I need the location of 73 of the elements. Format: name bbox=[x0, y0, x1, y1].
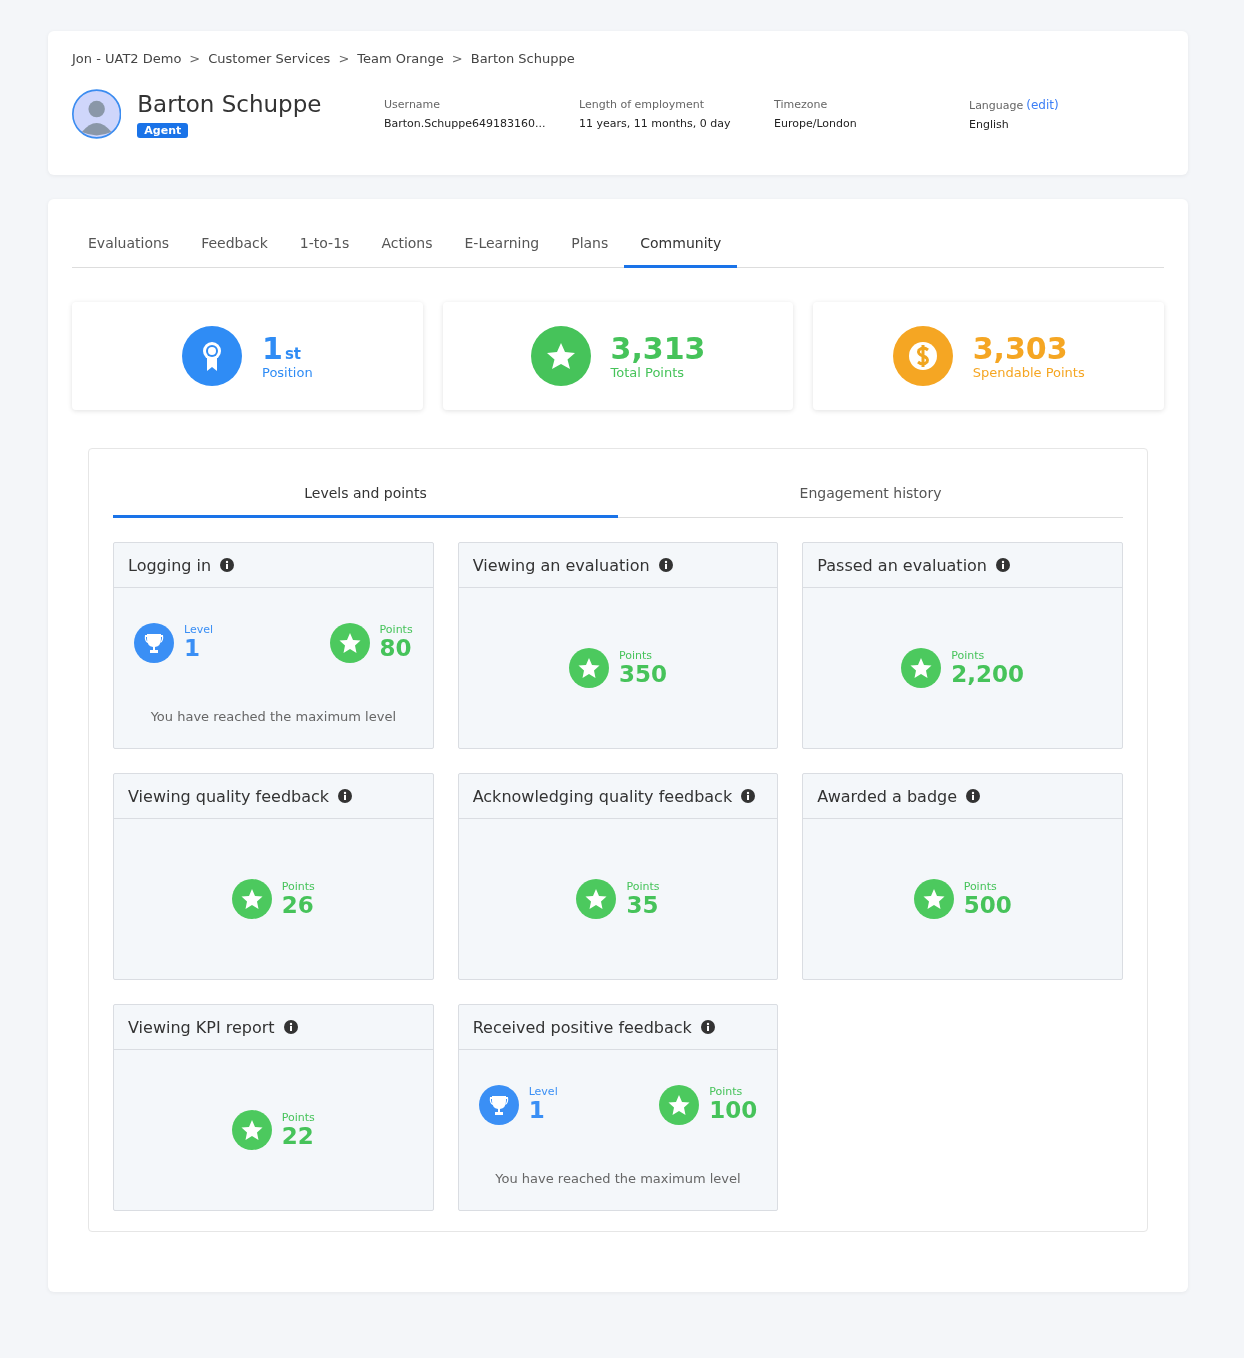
max-level-message: You have reached the maximum level bbox=[149, 708, 397, 724]
points-label: Points bbox=[281, 879, 315, 893]
points-value: 2,200 bbox=[951, 661, 1025, 688]
points-value: 350 bbox=[619, 661, 667, 688]
level-value: 1 bbox=[184, 636, 201, 662]
tab[interactable]: Engagement history bbox=[618, 475, 1123, 518]
points-label: Points bbox=[951, 648, 986, 662]
field-value: Europe/London bbox=[774, 116, 858, 130]
activity-title: Acknowledging quality feedback bbox=[472, 786, 733, 806]
points-label: Points bbox=[379, 623, 413, 637]
activity-title: Viewing KPI report bbox=[128, 1017, 275, 1037]
tab[interactable]: Actions bbox=[365, 221, 449, 268]
field-label: Timezone bbox=[774, 97, 828, 111]
field-value: Barton.Schuppe649183160... bbox=[384, 116, 547, 130]
tab[interactable]: Feedback bbox=[185, 221, 284, 268]
level-label: Level bbox=[528, 1085, 558, 1099]
max-level-message: You have reached the maximum level bbox=[494, 1170, 742, 1186]
level-value: 1 bbox=[528, 1098, 546, 1124]
trophy-icon bbox=[134, 622, 174, 663]
activity-title: Viewing an evaluation bbox=[472, 555, 650, 575]
edit-link[interactable]: (edit) bbox=[1026, 97, 1059, 112]
activity-title: Passed an evaluation bbox=[817, 555, 987, 575]
breadcrumb-separator: > bbox=[189, 51, 201, 66]
breadcrumb-link[interactable]: Team Orange bbox=[357, 51, 444, 66]
role-badge: Agent bbox=[137, 122, 189, 138]
field-label: Length of employment bbox=[579, 97, 705, 111]
stat-value: 3,303 bbox=[972, 332, 1069, 365]
tab[interactable]: Community bbox=[624, 221, 738, 268]
field-value: English bbox=[969, 117, 1010, 131]
info-icon[interactable] bbox=[966, 789, 981, 803]
activity-title: Awarded a badge bbox=[817, 786, 958, 806]
tab[interactable]: Plans bbox=[555, 221, 625, 268]
profile-name: Barton Schuppe bbox=[137, 90, 323, 117]
activity-title: Logging in bbox=[128, 555, 212, 575]
tab[interactable]: 1-to-1s bbox=[283, 221, 366, 268]
info-icon[interactable] bbox=[220, 558, 235, 572]
points-value: 35 bbox=[626, 892, 660, 919]
points-value: 80 bbox=[379, 636, 413, 662]
points-label: Points bbox=[626, 879, 660, 893]
activity-title: Received positive feedback bbox=[472, 1017, 692, 1037]
info-icon[interactable] bbox=[741, 789, 756, 803]
stat-label: Total Points bbox=[610, 365, 686, 380]
tab[interactable]: Evaluations bbox=[72, 221, 186, 268]
tab[interactable]: Levels and points bbox=[113, 475, 618, 518]
stat-label: Spendable Points bbox=[972, 365, 1085, 380]
points-label: Points bbox=[281, 1110, 315, 1124]
trophy-icon bbox=[478, 1084, 519, 1125]
info-icon[interactable] bbox=[700, 1020, 715, 1034]
breadcrumb-separator: > bbox=[338, 51, 350, 66]
info-icon[interactable] bbox=[658, 558, 673, 572]
breadcrumb-link[interactable]: Barton Schuppe bbox=[470, 51, 575, 66]
activity-title: Viewing quality feedback bbox=[128, 786, 330, 806]
points-value: 22 bbox=[281, 1123, 315, 1150]
points-label: Points bbox=[963, 879, 998, 893]
info-icon[interactable] bbox=[283, 1020, 298, 1034]
points-value: 26 bbox=[281, 892, 315, 919]
stat-value: 3,313 bbox=[610, 332, 706, 365]
breadcrumb-link[interactable]: Customer Services bbox=[208, 51, 331, 66]
field-label: Language bbox=[969, 98, 1024, 112]
tab[interactable]: E-Learning bbox=[448, 221, 556, 268]
breadcrumb-separator: > bbox=[451, 51, 463, 66]
points-label: Points bbox=[709, 1085, 744, 1099]
info-icon[interactable] bbox=[338, 789, 353, 803]
stat-value: 1 st bbox=[262, 332, 302, 365]
level-label: Level bbox=[184, 623, 214, 637]
field-value: 11 years, 11 months, 0 day bbox=[579, 116, 732, 130]
breadcrumb-link[interactable]: Jon - UAT2 Demo bbox=[72, 51, 182, 66]
stat-label: Position bbox=[262, 365, 313, 380]
info-icon[interactable] bbox=[996, 558, 1010, 572]
field-label: Username bbox=[384, 97, 441, 111]
points-label: Points bbox=[619, 648, 654, 662]
points-value: 100 bbox=[709, 1098, 758, 1124]
points-value: 500 bbox=[963, 892, 1012, 919]
